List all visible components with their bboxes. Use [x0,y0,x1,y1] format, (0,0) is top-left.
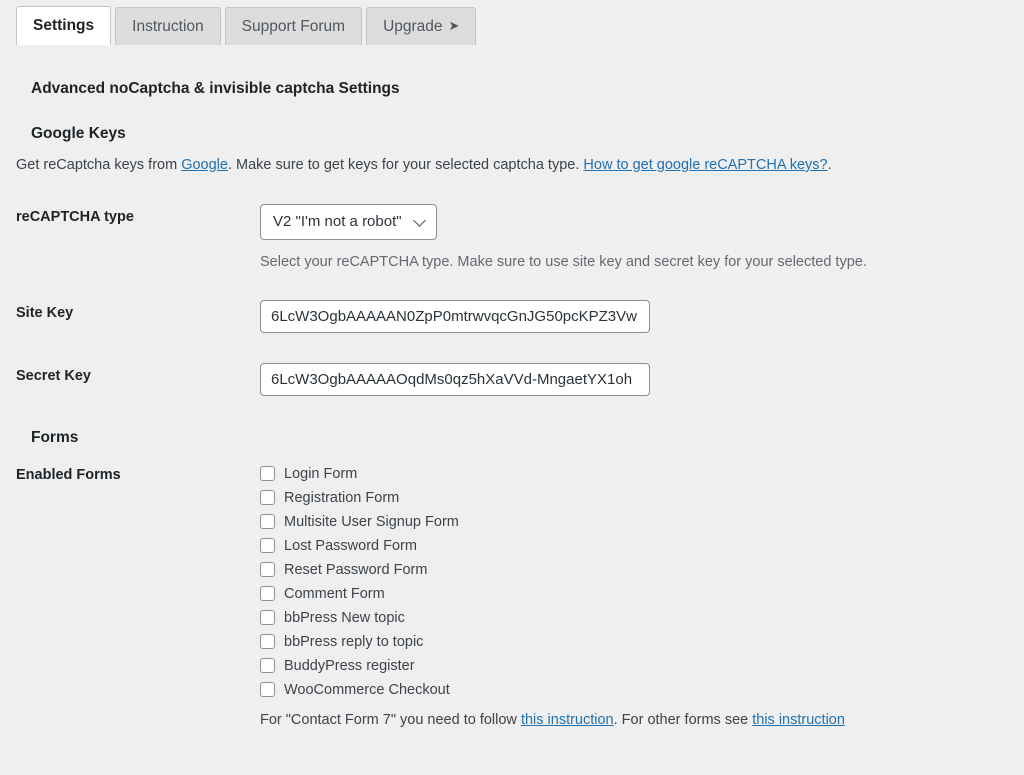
tab-instruction[interactable]: Instruction [115,6,221,45]
page-title: Advanced noCaptcha & invisible captcha S… [31,80,400,97]
checkbox-registration-form[interactable] [260,490,275,505]
enabled-forms-list: Login Form Registration Form Multisite Use… [260,462,1014,702]
tab-settings[interactable]: Settings [16,5,112,45]
intro-middle: . Make sure to get keys for your selecte… [227,157,584,173]
recaptcha-type-hint: Select your reCAPTCHA type. Make sure to… [260,253,867,270]
arrow-right-icon: ➤ [448,17,460,33]
google-keys-heading: Google Keys [31,125,126,142]
secret-key-input[interactable] [260,362,650,396]
list-item[interactable]: Lost Password Form [260,534,1014,558]
checkbox-lost-password-form[interactable] [260,538,275,553]
settings-form: reCAPTCHA type V2 "I'm not a robot" Sele… [0,189,1024,743]
list-item-label: Lost Password Form [284,537,417,554]
howto-keys-link[interactable]: How to get google reCAPTCHA keys? [583,157,827,173]
forms-heading: Forms [31,428,79,446]
site-key-input[interactable] [260,299,650,333]
checkbox-woocommerce-checkout[interactable] [260,682,275,697]
row-site-key: Site Key [0,285,1024,348]
recaptcha-type-label: reCAPTCHA type [16,209,134,225]
row-recaptcha-type: reCAPTCHA type V2 "I'm not a robot" Sele… [0,189,1024,285]
checkbox-reset-password-form[interactable] [260,562,275,577]
checkbox-buddypress-register[interactable] [260,658,275,673]
tab-upgrade[interactable]: Upgrade ➤ [366,6,477,45]
list-item-label: Reset Password Form [284,561,428,578]
recaptcha-type-select[interactable]: V2 "I'm not a robot" [260,204,437,240]
list-item-label: Multisite User Signup Form [284,513,459,530]
list-item-label: Login Form [284,465,358,482]
google-link[interactable]: Google [181,157,228,173]
intro-prefix: Get reCaptcha keys from [16,157,182,173]
intro-suffix: . [827,157,832,173]
checkbox-login-form[interactable] [260,466,275,481]
row-forms-heading: Forms [0,411,1024,447]
checkbox-multisite-user-signup-form[interactable] [260,514,275,529]
tab-settings-label: Settings [33,16,95,34]
list-item[interactable]: BuddyPress register [260,654,1014,678]
footnote-prefix: For "Contact Form 7" you need to follow [260,711,521,728]
checkbox-bbpress-new-topic[interactable] [260,610,275,625]
tab-bar: Settings Instruction Support Forum Upgra… [0,0,1024,45]
list-item[interactable]: bbPress reply to topic [260,630,1014,654]
row-secret-key: Secret Key [0,348,1024,411]
recaptcha-type-select-wrap: V2 "I'm not a robot" [260,204,437,240]
checkbox-comment-form[interactable] [260,586,275,601]
checkbox-bbpress-reply-to-topic[interactable] [260,634,275,649]
tab-support-forum-label: Support Forum [241,17,346,35]
list-item[interactable]: Reset Password Form [260,558,1014,582]
list-item[interactable]: Comment Form [260,582,1014,606]
list-item-label: Comment Form [284,585,385,602]
row-enabled-forms: Enabled Forms Login Form Registration For… [0,447,1024,743]
other-forms-instruction-link[interactable]: this instruction [752,712,845,728]
list-item[interactable]: Registration Form [260,486,1014,510]
list-item[interactable]: WooCommerce Checkout [260,678,1014,702]
footnote-middle: . For other forms see [613,711,753,728]
list-item-label: WooCommerce Checkout [284,681,450,698]
list-item[interactable]: Login Form [260,462,1014,486]
site-key-label: Site Key [16,304,74,321]
tab-support-forum[interactable]: Support Forum [224,6,363,45]
list-item-label: BuddyPress register [284,657,415,674]
enabled-forms-label: Enabled Forms [16,466,121,483]
list-item-label: bbPress reply to topic [284,633,424,650]
forms-footnote: For "Contact Form 7" you need to follow … [260,712,1014,728]
list-item[interactable]: Multisite User Signup Form [260,510,1014,534]
tab-upgrade-label: Upgrade [383,17,443,35]
tab-instruction-label: Instruction [132,17,204,35]
list-item-label: bbPress New topic [284,609,405,626]
list-item-label: Registration Form [284,489,400,506]
list-item[interactable]: bbPress New topic [260,606,1014,630]
secret-key-label: Secret Key [16,367,91,384]
intro-description: Get reCaptcha keys from Google. Make sur… [16,157,1024,173]
cf7-instruction-link[interactable]: this instruction [521,712,614,728]
